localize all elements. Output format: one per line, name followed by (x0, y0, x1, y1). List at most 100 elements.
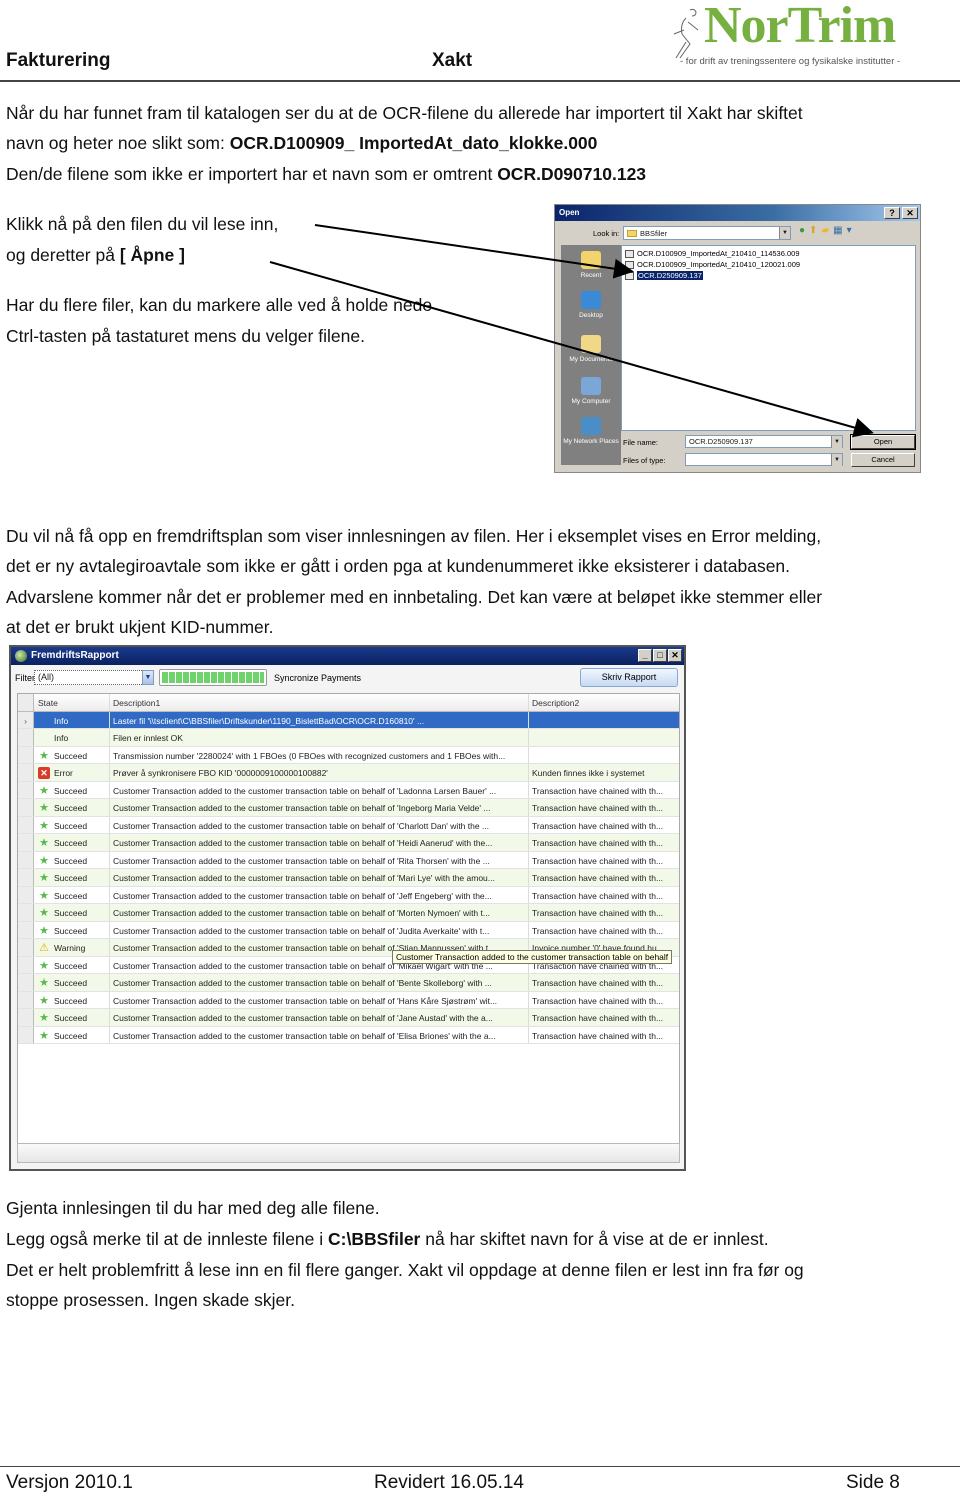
row-selector[interactable] (18, 746, 34, 763)
state-cell: ⚠ Warning (34, 939, 110, 956)
file-type-select[interactable]: ▼ (685, 453, 843, 466)
documents-icon (581, 335, 601, 353)
table-row[interactable]: ★ Succeed Customer Transaction added to th… (18, 851, 679, 869)
progress-grid[interactable]: State Description1 Description2 › Info Las… (17, 693, 680, 1146)
closing-line-1: Gjenta innlesingen til du har med deg al… (6, 1198, 380, 1218)
row-selector[interactable] (18, 799, 34, 816)
table-row[interactable]: ★ Succeed Customer Transaction added to th… (18, 974, 679, 992)
network-icon (581, 417, 601, 435)
file-name-input[interactable]: OCR.D250909.137 ▼ (685, 435, 843, 448)
close-button[interactable]: ✕ (902, 207, 918, 219)
closing-line-4: stoppe prosessen. Ingen skade skjer. (6, 1290, 295, 1310)
place-my-documents[interactable]: My Documents (561, 335, 621, 364)
row-selector[interactable] (18, 974, 34, 991)
chevron-down-icon[interactable]: ▼ (142, 670, 154, 685)
success-star-icon: ★ (39, 749, 49, 762)
description-line-3: Advarslene kommer når det er problemer m… (6, 587, 823, 607)
instruction-line-2-text: og deretter på (6, 245, 120, 265)
column-header-state[interactable]: State (34, 694, 110, 711)
file-list[interactable]: OCR.D100909_ImportedAt_210410_114536.009… (621, 245, 916, 431)
new-folder-icon[interactable]: ▰ (821, 225, 833, 236)
row-selector[interactable] (18, 921, 34, 938)
maximize-button[interactable]: □ (653, 649, 667, 662)
row-selector[interactable] (18, 1009, 34, 1026)
up-folder-icon[interactable]: ⬆ (809, 225, 821, 236)
state-label: Succeed (54, 838, 88, 848)
open-button-reference: [ Åpne ] (119, 245, 185, 265)
row-selector[interactable] (18, 869, 34, 886)
row-selector[interactable] (18, 1026, 34, 1043)
progress-window-titlebar: FremdriftsRapport _ □ ✕ (11, 647, 684, 665)
table-row[interactable]: ★ Succeed Transmission number '2280024' wi… (18, 746, 679, 764)
closing-line-2: Legg også merke til at de innleste filen… (6, 1229, 769, 1250)
success-star-icon: ★ (39, 819, 49, 832)
row-selector[interactable]: › (18, 711, 34, 728)
cancel-button[interactable]: Cancel (851, 453, 915, 467)
chevron-down-icon[interactable]: ▼ (831, 436, 842, 448)
file-item[interactable]: OCR.D100909_ImportedAt_210410_114536.009 (625, 249, 799, 258)
description1-cell: Customer Transaction added to the custom… (110, 921, 529, 938)
table-row[interactable]: › Info Laster fil '\\tsclient\C\BBSfiler\D… (18, 711, 679, 729)
state-cell: ★ Succeed (34, 886, 110, 903)
table-row[interactable]: ★ Succeed Customer Transaction added to th… (18, 991, 679, 1009)
table-row[interactable]: ★ Succeed Customer Transaction added to th… (18, 886, 679, 904)
place-recent[interactable]: Recent (561, 251, 621, 280)
minimize-button[interactable]: _ (638, 649, 652, 662)
row-selector[interactable] (18, 834, 34, 851)
dialog-nav-toolbar[interactable]: ●⬆▰▦▾ (799, 225, 856, 236)
table-row[interactable]: ★ Succeed Customer Transaction added to th… (18, 799, 679, 817)
state-cell: ★ Succeed (34, 904, 110, 921)
table-row[interactable]: Info Filen er innlest OK (18, 729, 679, 747)
state-label: Info (54, 733, 69, 743)
place-my-network[interactable]: My Network Places (561, 417, 621, 446)
row-selector[interactable] (18, 956, 34, 973)
description2-cell: Transaction have chained with th... (529, 852, 679, 869)
row-selector[interactable] (18, 729, 34, 746)
description1-cell: Customer Transaction added to the custom… (110, 904, 529, 921)
place-desktop[interactable]: Desktop (561, 291, 621, 320)
view-menu-icon[interactable]: ▦▾ (833, 225, 855, 236)
table-row[interactable]: ✕ Error Prøver å synkronisere FBO KID '000… (18, 764, 679, 782)
file-item-selected[interactable]: OCR.D250909.137 (625, 271, 703, 280)
row-selector[interactable] (18, 886, 34, 903)
row-selector[interactable] (18, 816, 34, 833)
place-my-computer[interactable]: My Computer (561, 377, 621, 406)
close-button[interactable]: ✕ (668, 649, 682, 662)
description2-cell: Kunden finnes ikke i systemet (529, 764, 679, 781)
table-row[interactable]: ★ Succeed Customer Transaction added to th… (18, 781, 679, 799)
table-row[interactable]: ★ Succeed Customer Transaction added to th… (18, 921, 679, 939)
chevron-down-icon[interactable]: ▼ (779, 227, 790, 239)
table-row[interactable]: ★ Succeed Customer Transaction added to th… (18, 904, 679, 922)
row-selector[interactable] (18, 939, 34, 956)
state-cell: ★ Succeed (34, 1009, 110, 1026)
table-row[interactable]: ★ Succeed Customer Transaction added to th… (18, 1026, 679, 1044)
file-item[interactable]: OCR.D100909_ImportedAt_210410_120021.009 (625, 260, 800, 269)
state-cell: ★ Succeed (34, 974, 110, 991)
state-cell: Info (34, 711, 110, 728)
desktop-icon (581, 291, 601, 309)
place-label: Recent (580, 272, 602, 279)
table-row[interactable]: ★ Succeed Customer Transaction added to th… (18, 869, 679, 887)
row-selector[interactable] (18, 904, 34, 921)
write-report-button[interactable]: Skriv Rapport (580, 668, 678, 687)
chevron-down-icon[interactable]: ▼ (831, 454, 842, 466)
row-selector[interactable] (18, 764, 34, 781)
look-in-dropdown[interactable]: BBSfiler ▼ (623, 226, 791, 240)
row-selector[interactable] (18, 781, 34, 798)
column-header-description2[interactable]: Description2 (529, 694, 679, 711)
row-selector[interactable] (18, 991, 34, 1008)
help-button[interactable]: ? (884, 207, 900, 219)
footer-page-number: Side 8 (846, 1472, 900, 1493)
table-row[interactable]: ★ Succeed Customer Transaction added to th… (18, 834, 679, 852)
filter-dropdown[interactable]: (All) (34, 670, 154, 685)
table-row[interactable]: ★ Succeed Customer Transaction added to th… (18, 1009, 679, 1027)
open-button[interactable]: Open (850, 434, 916, 450)
state-label: Succeed (54, 960, 88, 971)
logo-wordmark: NorTrim (704, 0, 896, 54)
state-label: Succeed (54, 925, 88, 936)
row-selector[interactable] (18, 851, 34, 868)
description1-cell: Customer Transaction added to the custom… (110, 799, 529, 816)
column-header-description1[interactable]: Description1 (110, 694, 529, 711)
back-icon[interactable]: ● (799, 225, 809, 236)
table-row[interactable]: ★ Succeed Customer Transaction added to th… (18, 816, 679, 834)
